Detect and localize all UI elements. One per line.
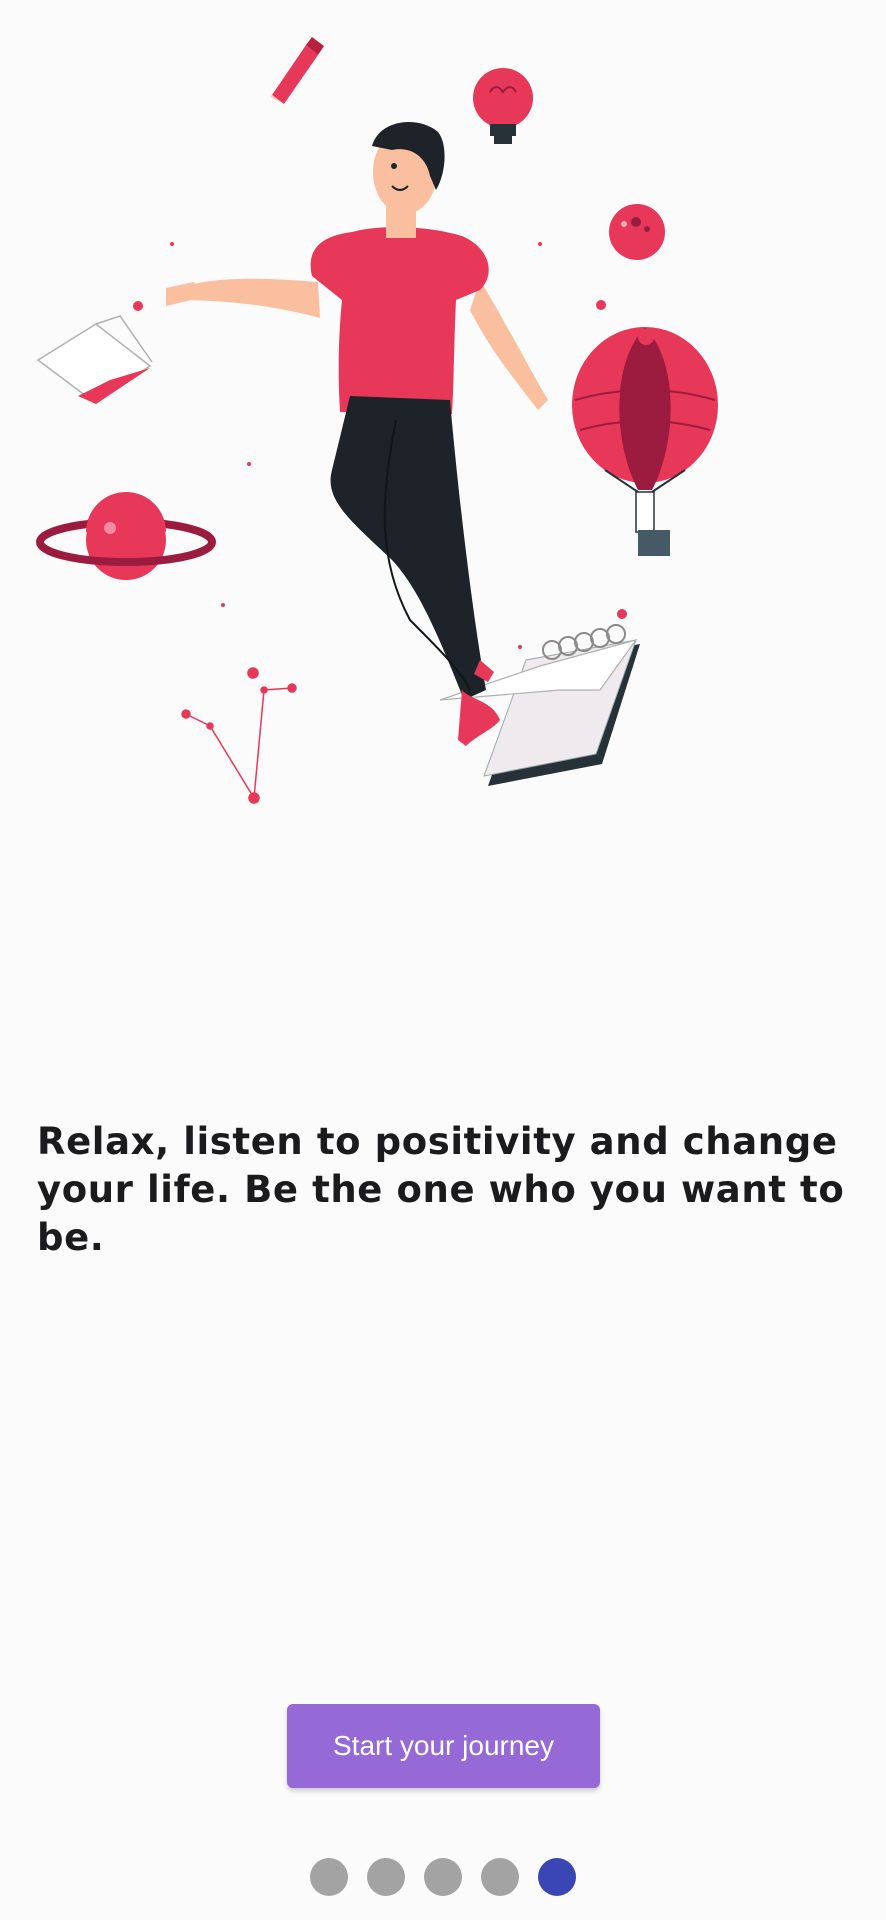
page-indicator-dot-active[interactable]	[538, 1858, 576, 1896]
man-figure	[166, 121, 548, 746]
planet-icon	[36, 492, 216, 580]
page-indicator	[0, 1858, 886, 1896]
ball-icon	[609, 204, 665, 260]
lightbulb-icon	[473, 68, 533, 144]
open-book-icon	[36, 315, 153, 404]
pencil-icon	[270, 37, 324, 104]
page-indicator-dot[interactable]	[367, 1858, 405, 1896]
page-indicator-dot[interactable]	[424, 1858, 462, 1896]
start-journey-button[interactable]: Start your journey	[287, 1704, 600, 1788]
onboarding-headline: Relax, listen to positivity and change y…	[37, 1120, 845, 1259]
constellation-icon	[181, 667, 297, 804]
page-indicator-dot[interactable]	[310, 1858, 348, 1896]
hot-air-balloon-icon	[572, 327, 718, 556]
page-indicator-dot[interactable]	[481, 1858, 519, 1896]
onboarding-illustration	[36, 37, 718, 804]
